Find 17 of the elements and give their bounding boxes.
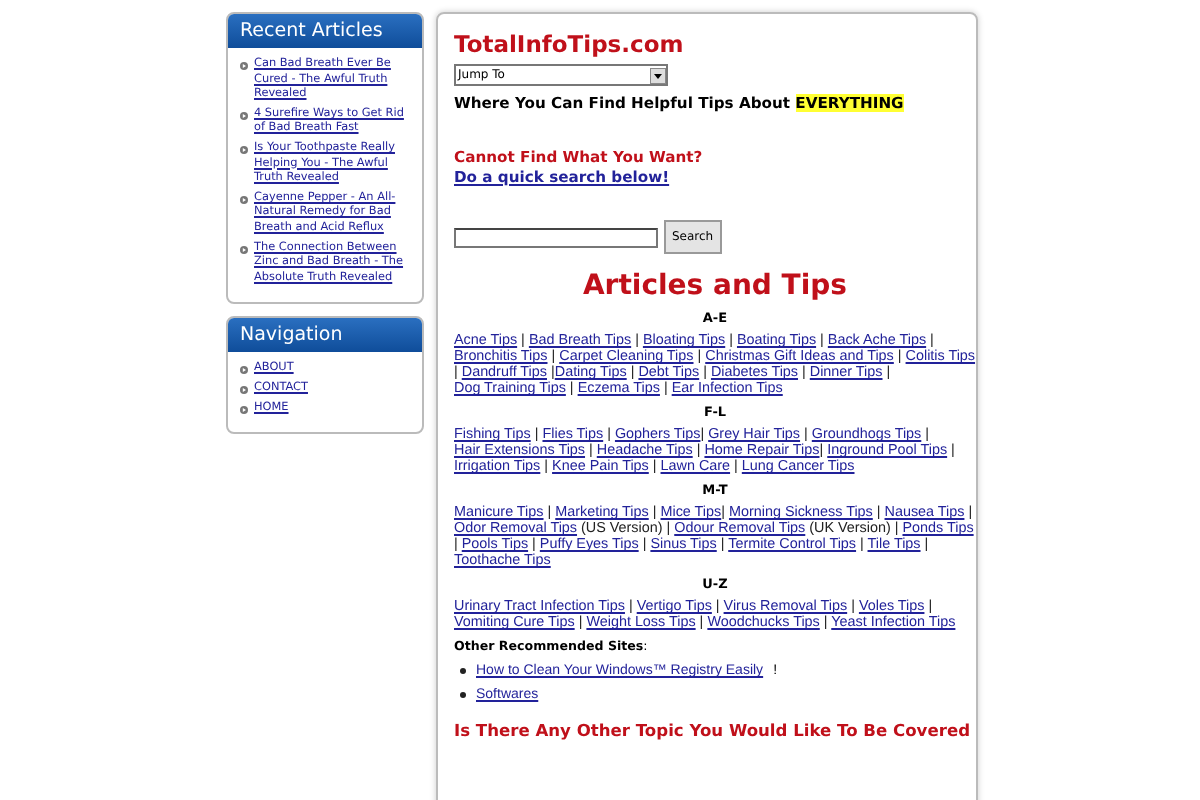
bullet-icon: [460, 668, 466, 674]
bullet-icon: [240, 245, 248, 254]
bullet-icon: [240, 195, 248, 204]
site-title: TotalInfoTips.com: [454, 30, 686, 58]
dropdown-arrow-icon: [650, 67, 666, 83]
bullet-icon: [240, 366, 248, 375]
bullet-icon: [240, 405, 248, 413]
search-field[interactable]: [454, 227, 658, 247]
bullet-icon: [460, 692, 466, 698]
bullet-icon: [240, 111, 248, 120]
topic-question: Is There Any Other Topic You Would Like To Be Covered: [454, 720, 973, 740]
bullet-icon: [240, 385, 248, 394]
bullet-icon: [240, 145, 248, 154]
section-title: Articles and Tips: [580, 270, 850, 302]
panel-title: Recent Articles: [228, 14, 422, 48]
bullet-icon: [240, 62, 248, 70]
panel-title: Navigation: [228, 318, 422, 353]
